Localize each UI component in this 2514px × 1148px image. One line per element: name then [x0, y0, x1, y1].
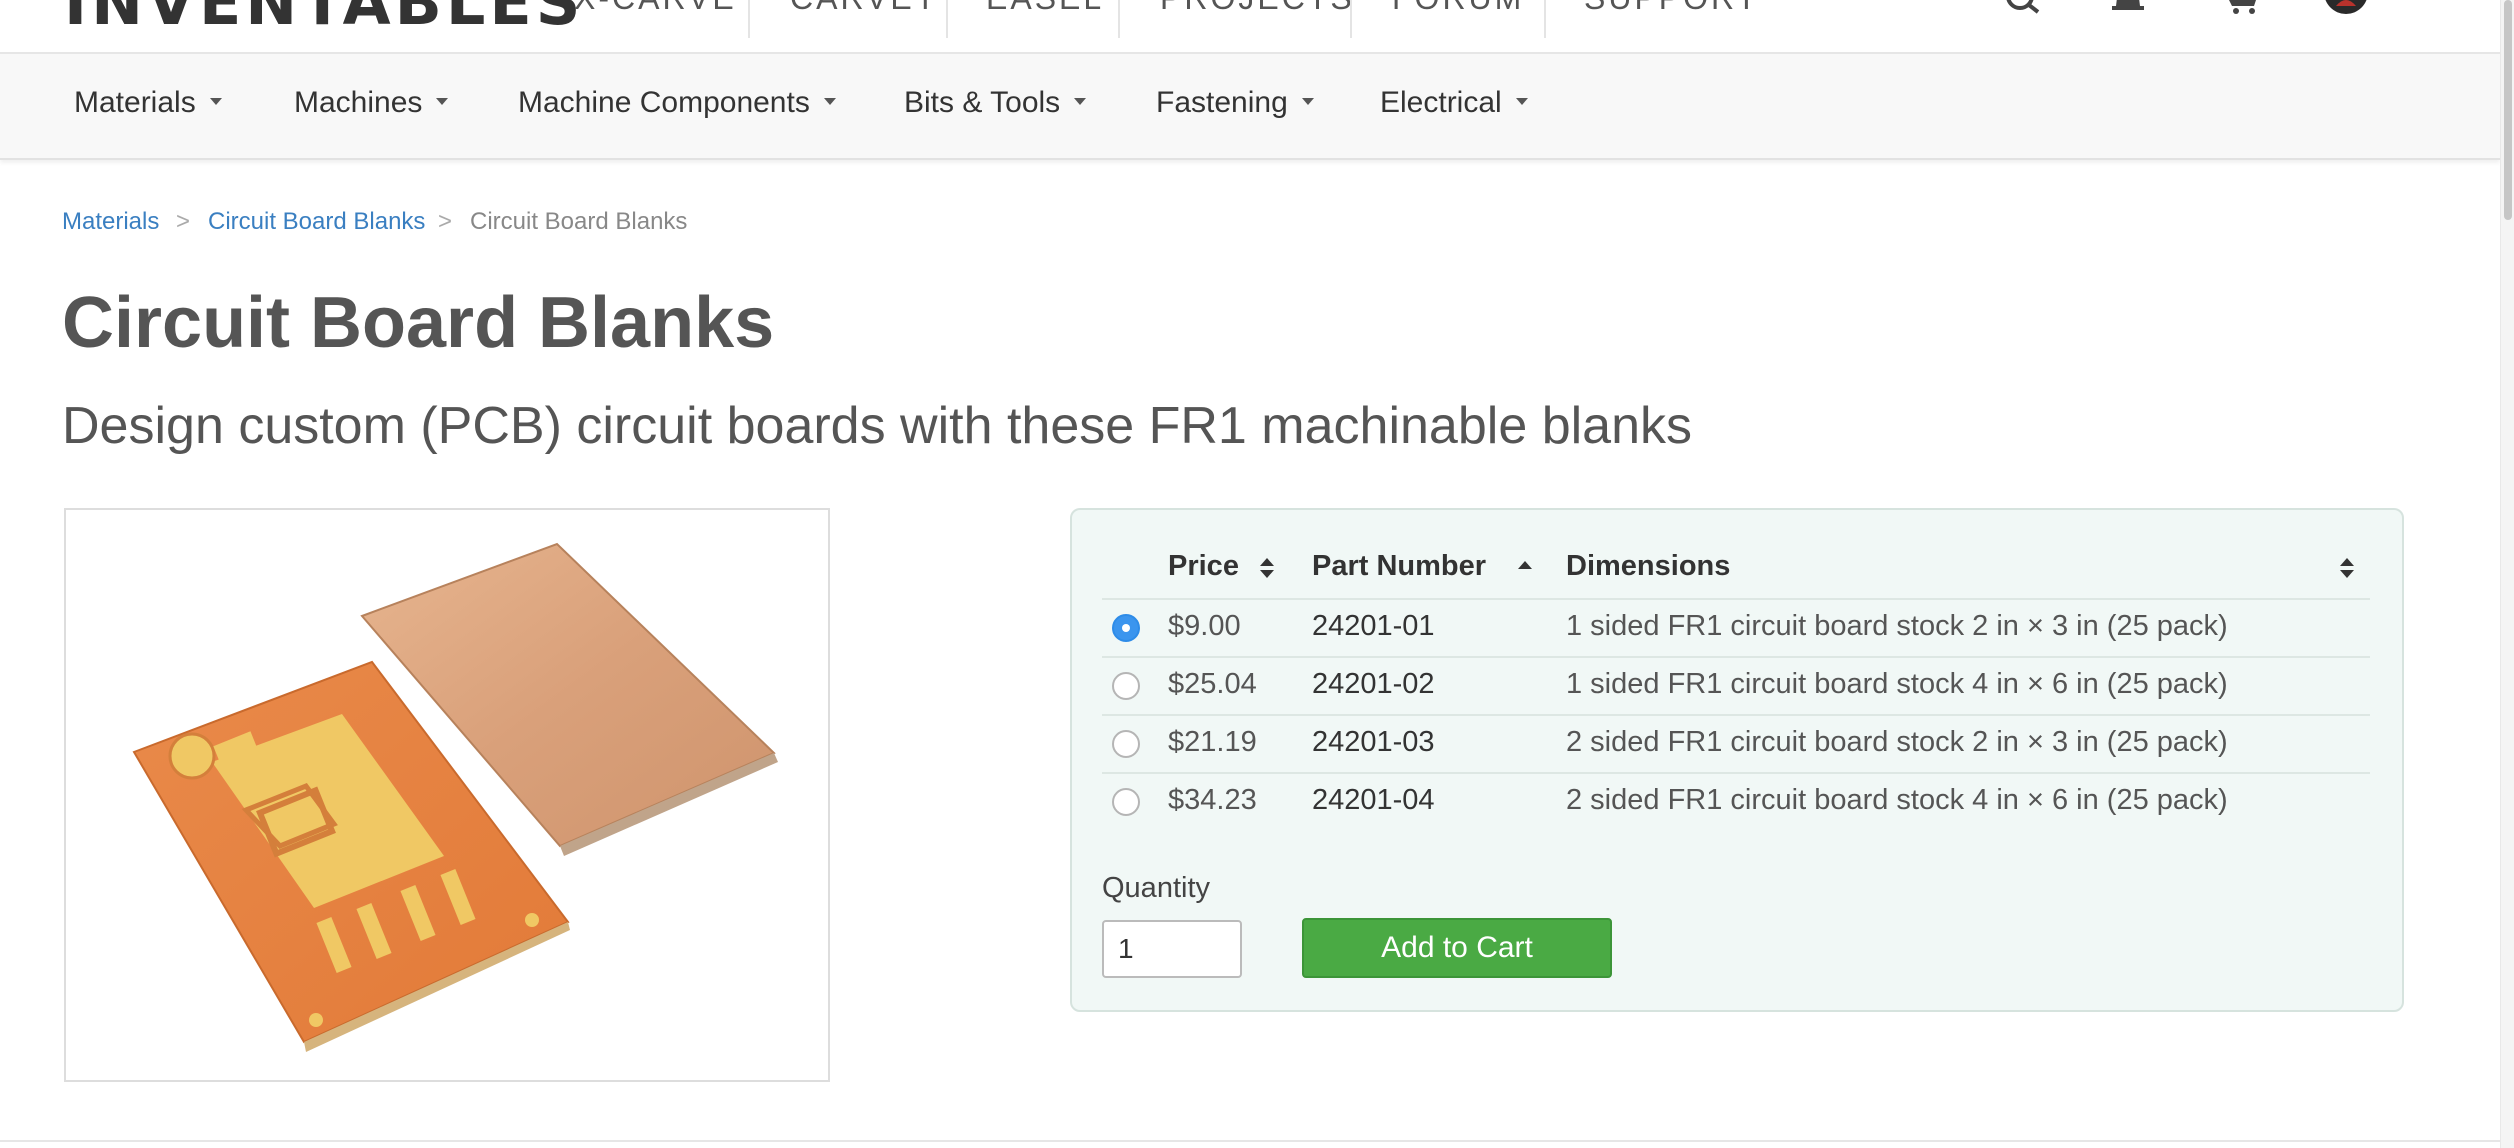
price-cell: $25.04	[1168, 668, 1257, 700]
topnav-divider	[946, 0, 948, 38]
dimensions-header[interactable]: Dimensions	[1566, 550, 1730, 583]
breadcrumb-materials[interactable]: Materials	[62, 208, 159, 236]
category-nav: Materials Machines Machine Components Bi…	[0, 54, 2500, 160]
sort-ascending-icon[interactable]	[1518, 558, 1532, 578]
search-icon[interactable]	[2004, 0, 2044, 14]
topnav-projects[interactable]: PROJECTS	[1160, 0, 1355, 17]
topnav-divider	[1544, 0, 1546, 38]
caret-down-icon	[1301, 97, 1314, 105]
nav-fastening[interactable]: Fastening	[1156, 86, 1314, 120]
add-to-cart-button[interactable]: Add to Cart	[1302, 918, 1612, 978]
nav-machine-components[interactable]: Machine Components	[518, 86, 836, 120]
dimensions-cell: 2 sided FR1 circuit board stock 2 in × 3…	[1566, 726, 2228, 758]
price-header[interactable]: Price	[1168, 550, 1239, 583]
breadcrumb-current: Circuit Board Blanks	[470, 208, 688, 235]
topnav-x-carve[interactable]: X-CARVE	[574, 0, 737, 17]
topnav-divider	[748, 0, 750, 38]
page-title: Circuit Board Blanks	[62, 283, 775, 363]
part-number-cell: 24201-01	[1312, 610, 1435, 642]
nav-bits-tools[interactable]: Bits & Tools	[904, 86, 1087, 120]
topnav-forum[interactable]: FORUM	[1392, 0, 1524, 17]
page-subtitle: Design custom (PCB) circuit boards with …	[62, 397, 1693, 455]
page-scrollbar[interactable]	[2500, 0, 2514, 1148]
variant-radio[interactable]	[1112, 730, 1140, 758]
scrollbar-thumb[interactable]	[2504, 0, 2512, 220]
table-divider	[1102, 656, 2370, 658]
price-cell: $21.19	[1168, 726, 1257, 758]
price-cell: $34.23	[1168, 784, 1257, 816]
quantity-label: Quantity	[1102, 872, 1210, 904]
site-logo[interactable]: INVENTABLES	[64, 0, 584, 39]
topnav-carvey[interactable]: CARVEY	[790, 0, 939, 17]
table-divider	[1102, 598, 2370, 600]
sort-icon[interactable]	[2340, 558, 2354, 578]
variant-radio[interactable]	[1112, 672, 1140, 700]
table-divider	[1102, 714, 2370, 716]
part-number-cell: 24201-03	[1312, 726, 1435, 758]
caret-down-icon	[1074, 97, 1087, 105]
variant-radio-selected[interactable]	[1112, 614, 1140, 642]
caret-down-icon	[1515, 97, 1528, 105]
caret-down-icon	[823, 97, 836, 105]
part-number-header[interactable]: Part Number	[1312, 550, 1486, 583]
product-options-panel: Price Part Number Dimensions $9.00 24201…	[1070, 508, 2404, 1012]
cart-icon[interactable]	[2224, 0, 2264, 16]
sort-icon[interactable]	[1260, 558, 1274, 578]
variant-radio[interactable]	[1112, 788, 1140, 816]
nav-materials[interactable]: Materials	[74, 86, 222, 120]
breadcrumb-circuit-board-blanks[interactable]: Circuit Board Blanks	[208, 208, 425, 236]
part-number-cell: 24201-04	[1312, 784, 1435, 816]
dimensions-cell: 1 sided FR1 circuit board stock 4 in × 6…	[1566, 668, 2228, 700]
nav-machines[interactable]: Machines	[294, 86, 449, 120]
topnav-support[interactable]: SUPPORT	[1584, 0, 1759, 17]
quantity-input[interactable]: 1	[1102, 920, 1242, 978]
caret-down-icon	[209, 97, 222, 105]
product-image[interactable]	[64, 508, 830, 1082]
table-divider	[1102, 772, 2370, 774]
dimensions-cell: 1 sided FR1 circuit board stock 2 in × 3…	[1566, 610, 2228, 642]
avatar[interactable]	[2322, 0, 2370, 16]
breadcrumb-separator: >	[176, 208, 191, 235]
section-divider	[0, 1140, 2500, 1142]
part-number-cell: 24201-02	[1312, 668, 1435, 700]
topnav-divider	[1350, 0, 1352, 38]
breadcrumb-separator: >	[438, 208, 453, 235]
top-header: INVENTABLES X-CARVE CARVEY EASEL PROJECT…	[0, 0, 2500, 54]
topnav-easel[interactable]: EASEL	[986, 0, 1104, 17]
bell-icon[interactable]	[2108, 0, 2148, 14]
price-cell: $9.00	[1168, 610, 1241, 642]
nav-electrical[interactable]: Electrical	[1380, 86, 1528, 120]
caret-down-icon	[436, 97, 449, 105]
topnav-divider	[1118, 0, 1120, 38]
dimensions-cell: 2 sided FR1 circuit board stock 4 in × 6…	[1566, 784, 2228, 816]
